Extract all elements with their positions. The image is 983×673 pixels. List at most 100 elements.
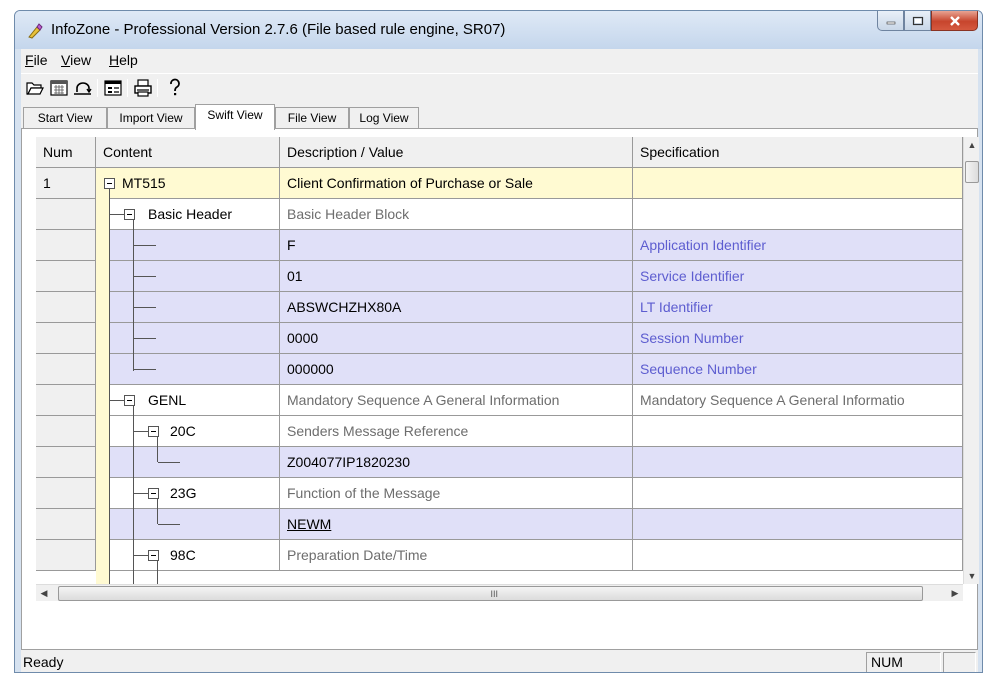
spec-cell [633,540,963,571]
content-cell [96,416,280,447]
table-row[interactable]: Senders Message Reference [36,416,963,447]
close-icon [949,15,960,26]
swift-view-panel: Num Content Description / Value Specific… [21,128,979,650]
scroll-down-arrow-icon[interactable]: ▼ [964,568,980,584]
tab-import-view[interactable]: Import View [107,107,195,129]
table-row[interactable]: Function of the Message [36,478,963,509]
table-row[interactable]: 1 Client Confirmation of Purchase or Sal… [36,168,963,199]
value-cell: Mandatory Sequence A General Information [280,385,633,416]
tab-swift-view[interactable]: Swift View [195,104,275,130]
spec-cell [633,416,963,447]
table-row[interactable]: F Application Identifier [36,230,963,261]
row-num [36,230,96,261]
table-row[interactable]: 0000 Session Number [36,323,963,354]
window-title: InfoZone - Professional Version 2.7.6 (F… [51,21,506,38]
content-cell [96,230,280,261]
app-icon [28,23,43,39]
tab-start-view[interactable]: Start View [23,107,107,129]
spec-cell: Sequence Number [633,354,963,385]
scroll-right-arrow-icon[interactable]: ▶ [947,585,963,602]
open-folder-icon[interactable] [25,78,45,98]
value-cell: F [280,230,633,261]
spec-cell: Application Identifier [633,230,963,261]
message-tree-grid: Num Content Description / Value Specific… [36,137,963,584]
spec-cell [633,447,963,478]
tab-log-view[interactable]: Log View [349,107,419,129]
spec-cell: Mandatory Sequence A General Informatio [633,385,963,416]
column-header-description[interactable]: Description / Value [280,137,633,168]
app-window: InfoZone - Professional Version 2.7.6 (F… [14,10,983,673]
spec-cell [633,199,963,230]
close-button[interactable] [931,11,978,31]
properties-icon[interactable] [103,78,123,98]
toolbar-separator [97,79,98,97]
content-cell [96,261,280,292]
spec-cell [633,478,963,509]
value-cell: Senders Message Reference [280,416,633,447]
help-icon[interactable] [165,78,185,98]
minimize-button[interactable] [877,11,904,31]
column-header-content[interactable]: Content [96,137,280,168]
value-cell: 0000 [280,323,633,354]
tab-label: Log View [359,111,409,125]
value-cell: Basic Header Block [280,199,633,230]
table-row[interactable]: Mandatory Sequence A General Information… [36,385,963,416]
content-cell [96,354,280,385]
spec-cell: Session Number [633,323,963,354]
maximize-button[interactable] [904,11,931,31]
value-cell: NEWM [280,509,633,540]
row-num [36,261,96,292]
scroll-left-arrow-icon[interactable]: ◀ [36,585,52,602]
table-row[interactable]: Basic Header Block [36,199,963,230]
content-cell [96,447,280,478]
horizontal-scroll-thumb[interactable]: III [58,586,923,601]
table-row[interactable]: Z004077IP1820230 [36,447,963,478]
row-num [36,323,96,354]
row-num [36,540,96,571]
grid-header-row: Num Content Description / Value Specific… [36,137,963,168]
calendar-icon[interactable] [49,78,69,98]
toolbar-separator [127,79,128,97]
title-bar[interactable]: InfoZone - Professional Version 2.7.6 (F… [15,11,982,49]
tab-label: File View [287,111,337,125]
value-cell: Preparation Date/Time [280,540,633,571]
content-cell [96,168,280,199]
scroll-up-arrow-icon[interactable]: ▲ [964,137,980,153]
refresh-icon[interactable] [73,78,93,98]
menu-file[interactable]: File [25,52,48,68]
content-cell [96,478,280,509]
menu-view[interactable]: View [61,52,91,68]
row-num: 1 [36,168,96,199]
table-row[interactable]: Preparation Date/Time [36,540,963,571]
vertical-scrollbar[interactable]: ▲ ▼ [963,137,979,584]
content-cell [96,509,280,540]
table-row[interactable]: 000000 Sequence Number [36,354,963,385]
spec-cell [633,168,963,199]
status-bar: Ready NUM [21,649,978,672]
content-cell [96,323,280,354]
view-tabs: Start View Import View Swift View File V… [21,104,978,130]
spec-cell: LT Identifier [633,292,963,323]
maximize-icon [912,16,923,25]
menu-help[interactable]: Help [109,52,138,68]
table-row[interactable]: ABSWCHZHX80A LT Identifier [36,292,963,323]
tab-label: Swift View [207,108,263,122]
content-cell [96,199,280,230]
print-icon[interactable] [133,78,153,98]
vertical-scroll-thumb[interactable] [965,161,979,183]
table-row[interactable]: NEWM [36,509,963,540]
row-num [36,447,96,478]
column-header-num[interactable]: Num [36,137,96,168]
horizontal-scrollbar[interactable]: ◀ III ▶ [36,584,963,601]
tab-file-view[interactable]: File View [275,107,349,129]
num-lock-indicator: NUM [866,652,941,672]
scroll-grip: III [490,589,499,599]
row-num [36,385,96,416]
row-num [36,199,96,230]
client-area: File View Help Start View Import View Sw… [21,49,979,672]
table-row[interactable]: 01 Service Identifier [36,261,963,292]
content-cell [96,540,280,571]
content-cell [96,385,280,416]
column-header-specification[interactable]: Specification [633,137,963,168]
value-cell: 000000 [280,354,633,385]
